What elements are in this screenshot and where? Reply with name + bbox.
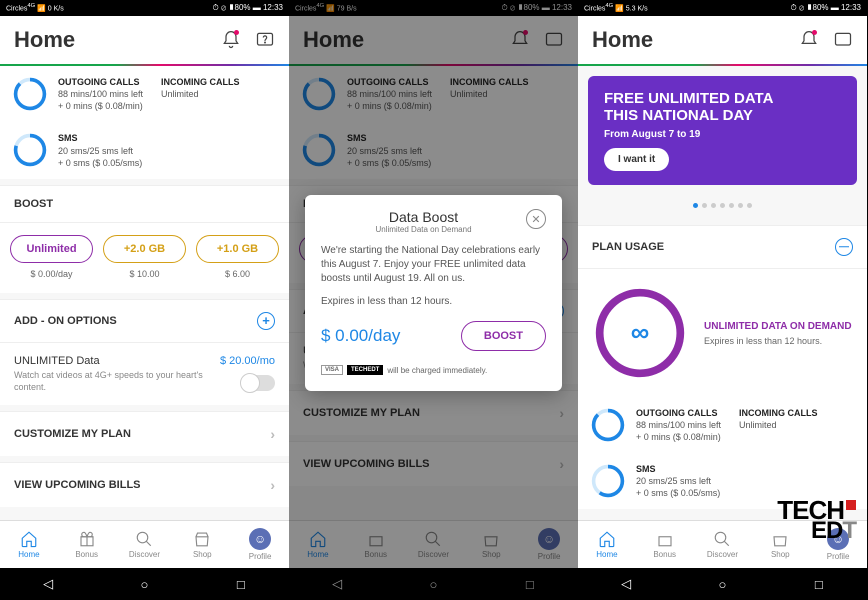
chevron-right-icon: › bbox=[270, 426, 275, 442]
help-icon bbox=[544, 30, 564, 50]
bottom-nav: Home Bonus Discover Shop ☺Profile bbox=[289, 520, 578, 568]
addon-price: $ 20.00/mo bbox=[220, 355, 275, 367]
boost-section-title: BOOST bbox=[0, 185, 289, 223]
nav-home[interactable]: Home bbox=[0, 521, 58, 568]
home-button[interactable]: ○ bbox=[425, 576, 441, 592]
notifications-icon[interactable] bbox=[799, 30, 819, 50]
bottom-nav: Home Bonus Discover Shop ☺Profile bbox=[0, 520, 289, 568]
home-button[interactable]: ○ bbox=[136, 576, 152, 592]
modal-title: Data Boost bbox=[321, 209, 526, 225]
usage-outgoing-row: OUTGOING CALLS 88 mins/100 mins left + 0… bbox=[0, 66, 289, 122]
boost-button[interactable]: BOOST bbox=[461, 321, 546, 351]
promo-banner[interactable]: FREE UNLIMITED DATATHIS NATIONAL DAY Fro… bbox=[588, 76, 857, 185]
promo-headline: FREE UNLIMITED DATATHIS NATIONAL DAY bbox=[604, 90, 841, 125]
unlimited-ring: ∞ bbox=[592, 285, 688, 381]
nav-discover[interactable]: Discover bbox=[694, 521, 752, 568]
nav-bonus[interactable]: Bonus bbox=[58, 521, 116, 568]
bottom-nav: Home Bonus Discover Shop ☺Profile bbox=[578, 520, 867, 568]
chevron-right-icon: › bbox=[270, 477, 275, 493]
home-button[interactable]: ○ bbox=[714, 576, 730, 592]
modal-expire: Expires in less than 12 hours. bbox=[321, 296, 546, 307]
upcoming-bills-link[interactable]: VIEW UPCOMING BILLS› bbox=[0, 462, 289, 507]
phone-screen-1: Circles4G 📶 0 K/s ⏱ ⊘ ▮80% ▬ 12:33 Home … bbox=[0, 0, 289, 600]
phone-screen-3: Circles4G 📶 5.3 K/s ⏱ ⊘ ▮80% ▬ 12:33 Hom… bbox=[578, 0, 867, 600]
nav-discover[interactable]: Discover bbox=[116, 521, 174, 568]
shop-icon bbox=[192, 530, 212, 548]
addon-toggle[interactable] bbox=[241, 375, 275, 391]
carousel-dots[interactable] bbox=[578, 189, 867, 219]
avatar-icon: ☺ bbox=[249, 528, 271, 550]
ring-icon bbox=[12, 132, 48, 168]
help-icon[interactable] bbox=[833, 30, 853, 50]
nav-bonus[interactable]: Bonus bbox=[636, 521, 694, 568]
status-carrier: Circles4G 📶 0 K/s bbox=[6, 3, 64, 12]
outgoing-label: OUTGOING CALLS bbox=[58, 76, 143, 88]
incoming-label: INCOMING CALLS bbox=[161, 76, 240, 88]
main-content: OUTGOING CALLS 88 mins/100 mins left + 0… bbox=[0, 66, 289, 520]
nav-shop[interactable]: Shop bbox=[462, 521, 520, 568]
plan-unlimited-label: UNLIMITED DATA ON DEMAND bbox=[704, 320, 852, 333]
close-icon[interactable]: ✕ bbox=[526, 209, 546, 229]
nav-bonus[interactable]: Bonus bbox=[347, 521, 405, 568]
visa-badge: VISA bbox=[321, 365, 343, 375]
modal-footer: VISA TECHEDT will be charged immediately… bbox=[321, 365, 546, 375]
promo-cta-button[interactable]: I want it bbox=[604, 148, 669, 171]
data-boost-modal: Data Boost Unlimited Data on Demand ✕ We… bbox=[305, 195, 562, 391]
notifications-icon bbox=[510, 30, 530, 50]
system-nav: ◁ ○ □ bbox=[0, 568, 289, 600]
home-icon bbox=[19, 530, 39, 548]
status-bar: Circles4G 📶 79 B/s ⏱ ⊘ ▮80% ▬ 12:33 bbox=[289, 0, 578, 16]
boost-2gb[interactable]: +2.0 GB$ 10.00 bbox=[103, 235, 186, 279]
page-title: Home bbox=[303, 27, 364, 53]
plus-icon[interactable]: + bbox=[257, 312, 275, 330]
help-icon[interactable] bbox=[255, 30, 275, 50]
search-icon bbox=[134, 530, 154, 548]
recent-button[interactable]: □ bbox=[811, 576, 827, 592]
addon-item-title: UNLIMITED Data bbox=[14, 355, 210, 367]
nav-profile[interactable]: ☺Profile bbox=[231, 521, 289, 568]
modal-subtitle: Unlimited Data on Demand bbox=[321, 225, 526, 234]
nav-shop[interactable]: Shop bbox=[751, 521, 809, 568]
phone-screen-2: Circles4G 📶 79 B/s ⏱ ⊘ ▮80% ▬ 12:33 Home… bbox=[289, 0, 578, 600]
gift-icon bbox=[77, 530, 97, 548]
status-bar: Circles4G 📶 0 K/s ⏱ ⊘ ▮80% ▬ 12:33 bbox=[0, 0, 289, 16]
nav-home[interactable]: Home bbox=[578, 521, 636, 568]
nav-shop[interactable]: Shop bbox=[173, 521, 231, 568]
nav-profile[interactable]: ☺Profile bbox=[809, 521, 867, 568]
modal-price: $ 0.00/day bbox=[321, 326, 400, 346]
status-bar: Circles4G 📶 5.3 K/s ⏱ ⊘ ▮80% ▬ 12:33 bbox=[578, 0, 867, 16]
page-title: Home bbox=[592, 27, 653, 53]
nav-home[interactable]: Home bbox=[289, 521, 347, 568]
page-title: Home bbox=[14, 27, 75, 53]
recent-button[interactable]: □ bbox=[522, 576, 538, 592]
addon-item-desc: Watch cat videos at 4G+ speeds to your h… bbox=[14, 370, 210, 393]
techedt-badge: TECHEDT bbox=[347, 365, 383, 375]
plan-usage-title[interactable]: PLAN USAGE bbox=[578, 225, 867, 269]
minus-icon[interactable] bbox=[835, 238, 853, 256]
ring-icon bbox=[12, 76, 48, 112]
boost-1gb[interactable]: +1.0 GB$ 6.00 bbox=[196, 235, 279, 279]
boost-options: Unlimited$ 0.00/day +2.0 GB$ 10.00 +1.0 … bbox=[0, 223, 289, 293]
app-header: Home bbox=[0, 16, 289, 66]
status-right: ⏱ ⊘ ▮80% ▬ 12:33 bbox=[213, 3, 283, 13]
plan-expire: Expires in less than 12 hours. bbox=[704, 336, 852, 346]
promo-dates: From August 7 to 19 bbox=[604, 129, 841, 140]
customize-plan-link[interactable]: CUSTOMIZE MY PLAN› bbox=[0, 411, 289, 456]
back-button[interactable]: ◁ bbox=[40, 576, 56, 592]
addon-section-title[interactable]: ADD - ON OPTIONS+ bbox=[0, 299, 289, 343]
notifications-icon[interactable] bbox=[221, 30, 241, 50]
boost-unlimited[interactable]: Unlimited$ 0.00/day bbox=[10, 235, 93, 279]
nav-profile[interactable]: ☺Profile bbox=[520, 521, 578, 568]
app-header: Home bbox=[289, 16, 578, 66]
modal-body: We're starting the National Day celebrat… bbox=[321, 244, 546, 286]
app-header: Home bbox=[578, 16, 867, 66]
recent-button[interactable]: □ bbox=[233, 576, 249, 592]
sms-label: SMS bbox=[58, 132, 142, 144]
back-button[interactable]: ◁ bbox=[618, 576, 634, 592]
back-button[interactable]: ◁ bbox=[329, 576, 345, 592]
nav-discover[interactable]: Discover bbox=[405, 521, 463, 568]
infinity-icon: ∞ bbox=[592, 285, 688, 381]
usage-sms-row: SMS 20 sms/25 sms left + 0 sms ($ 0.05/s… bbox=[0, 122, 289, 178]
